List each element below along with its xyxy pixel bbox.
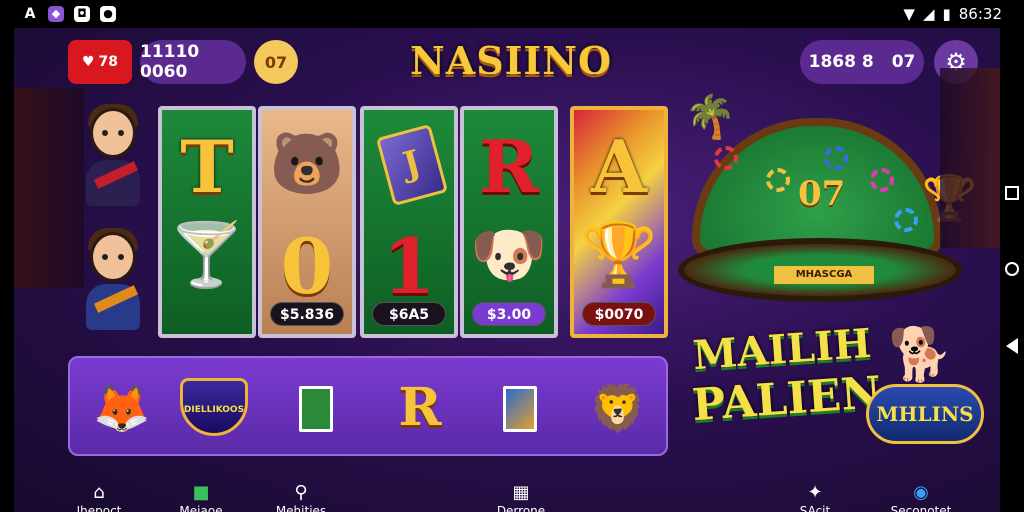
chip-icon xyxy=(714,146,738,170)
level-value: 07 xyxy=(264,52,288,72)
home-button[interactable] xyxy=(1005,262,1019,276)
wifi-icon: ▼ xyxy=(903,5,915,23)
reel-value: $6A5 xyxy=(372,302,446,326)
nav-label: SAcit xyxy=(799,504,831,512)
tray-item[interactable]: DIELLIKOOS xyxy=(174,372,254,444)
battery-icon: ▮ xyxy=(942,5,951,23)
tray-item[interactable]: 🦁 xyxy=(578,372,658,444)
home-icon: ⌂ xyxy=(93,482,105,503)
nav-item-home[interactable]: ⌂ Ihepoct xyxy=(54,482,144,512)
chip-icon xyxy=(894,208,918,232)
reel-symbol: 0 xyxy=(280,222,334,311)
gear-icon: ⚙ xyxy=(945,48,967,76)
notification-icon: ◘ xyxy=(74,6,90,22)
reel-2[interactable]: 🐻 0 $5.836 xyxy=(258,106,356,338)
signal-icon: ◢ xyxy=(922,5,935,23)
lion-coin-icon: 🦁 xyxy=(589,381,647,435)
dog-icon: 🐶 xyxy=(470,218,548,291)
card-symbol: J xyxy=(375,123,449,207)
recents-button[interactable] xyxy=(1005,186,1019,200)
nav-item-search[interactable]: ⚲ Mehities xyxy=(256,482,346,512)
bonus-level: 07 xyxy=(891,52,916,72)
reel-1[interactable]: T 🍸 xyxy=(158,106,256,338)
nav-label: Mehities xyxy=(275,504,327,512)
reel-symbol: 1 xyxy=(382,222,436,311)
nav-label: Seconotet xyxy=(890,504,952,512)
reel-symbol: A xyxy=(591,124,647,209)
reel-5[interactable]: A 🏆 $0070 xyxy=(570,106,668,338)
tray-item[interactable] xyxy=(276,372,356,444)
tray-item[interactable]: R xyxy=(380,372,460,444)
slot-reels[interactable]: T 🍸 🐻 0 $5.836 J 1 $6A5 R 🐶 $3.00 A 🏆 $0… xyxy=(158,106,670,338)
hearts-value: 78 xyxy=(98,54,119,70)
heart-icon: ♥ xyxy=(81,54,95,70)
nav-item-chat[interactable]: ◉ Seconotet xyxy=(876,482,966,512)
nav-label: Ihepoct xyxy=(76,504,122,512)
game-logo: NASIINO xyxy=(410,38,613,83)
fox-icon: 🦊 xyxy=(93,381,151,435)
reel-symbol: T xyxy=(180,124,234,209)
reel-symbol: R xyxy=(479,124,539,209)
notification-icon: ● xyxy=(100,6,116,22)
reel-4[interactable]: R 🐶 $3.00 xyxy=(460,106,558,338)
coins-balance[interactable]: 11110 0060 xyxy=(140,40,246,84)
blue-card-icon xyxy=(503,386,537,432)
game-screen: ♥ 78 11110 0060 07 NASIINO 1868 8 07 ⚙ T… xyxy=(14,28,1000,512)
reel-value: $5.836 xyxy=(270,302,344,326)
cocktail-icon: 🍸 xyxy=(168,218,246,291)
reel-3[interactable]: J 1 $6A5 xyxy=(360,106,458,338)
system-nav-bar xyxy=(1000,28,1024,512)
jackpot-badge[interactable]: MAILIH PALIEN xyxy=(690,310,882,470)
search-icon: ⚲ xyxy=(294,482,308,503)
tray-item[interactable] xyxy=(480,372,560,444)
green-card-icon xyxy=(299,386,333,432)
app-a-icon: A xyxy=(24,6,36,22)
store-icon: ▦ xyxy=(512,482,530,503)
trophy-icon: 🏆 xyxy=(922,173,977,224)
tray-item[interactable]: 🦊 xyxy=(82,372,162,444)
bonus-value: 1868 8 xyxy=(808,52,874,72)
opponent-avatar[interactable] xyxy=(80,228,144,340)
bear-icon: 🐻 xyxy=(269,129,345,199)
bottom-nav: ⌂ Ihepoct ■ Meiaoe ⚲ Mehities ▦ Derrone … xyxy=(14,482,1000,512)
player-avatar[interactable] xyxy=(80,104,144,216)
chat-icon: ◉ xyxy=(913,482,929,503)
puzzle-icon: ✦ xyxy=(807,482,823,503)
shield-badge: DIELLIKOOS xyxy=(180,378,248,436)
coins-value: 11110 0060 xyxy=(140,42,200,82)
hearts-counter[interactable]: ♥ 78 xyxy=(68,40,132,84)
nav-label: Meiaoe xyxy=(179,504,223,512)
nav-item-store[interactable]: ▦ Derrone xyxy=(476,482,566,512)
reel-value: $0070 xyxy=(582,302,656,326)
tray-letter: R xyxy=(398,377,442,438)
status-bar: A ◆ ◘ ● ▼ ◢ ▮ 86:32 xyxy=(0,0,1024,28)
nav-item-puzzle[interactable]: ✦ SAcit xyxy=(770,482,860,512)
reel-value: $3.00 xyxy=(472,302,546,326)
clock: 86:32 xyxy=(958,5,1002,23)
chip-icon xyxy=(870,168,894,192)
millions-badge[interactable]: MHLINS xyxy=(866,384,984,444)
table-number: 07 xyxy=(798,174,846,214)
bonus-counter[interactable]: 1868 8 07 xyxy=(800,40,924,84)
trophy-icon: 🏆 xyxy=(580,218,658,291)
chip-icon xyxy=(766,168,790,192)
chip-icon xyxy=(824,146,848,170)
level-badge[interactable]: 07 xyxy=(254,40,298,84)
settings-button[interactable]: ⚙ xyxy=(934,40,978,84)
table-label: MHASCGA xyxy=(774,266,874,284)
palm-tree-icon: 🌴 xyxy=(684,92,737,141)
gift-icon: ■ xyxy=(192,482,210,503)
dog-mascot-icon: 🐕 xyxy=(888,325,953,385)
nav-label: Derrone xyxy=(496,504,546,512)
symbol-tray: 🦊 DIELLIKOOS R 🦁 xyxy=(68,356,668,456)
back-button[interactable] xyxy=(1006,338,1018,354)
notification-icon: ◆ xyxy=(48,6,64,22)
nav-item-gifts[interactable]: ■ Meiaoe xyxy=(156,482,246,512)
